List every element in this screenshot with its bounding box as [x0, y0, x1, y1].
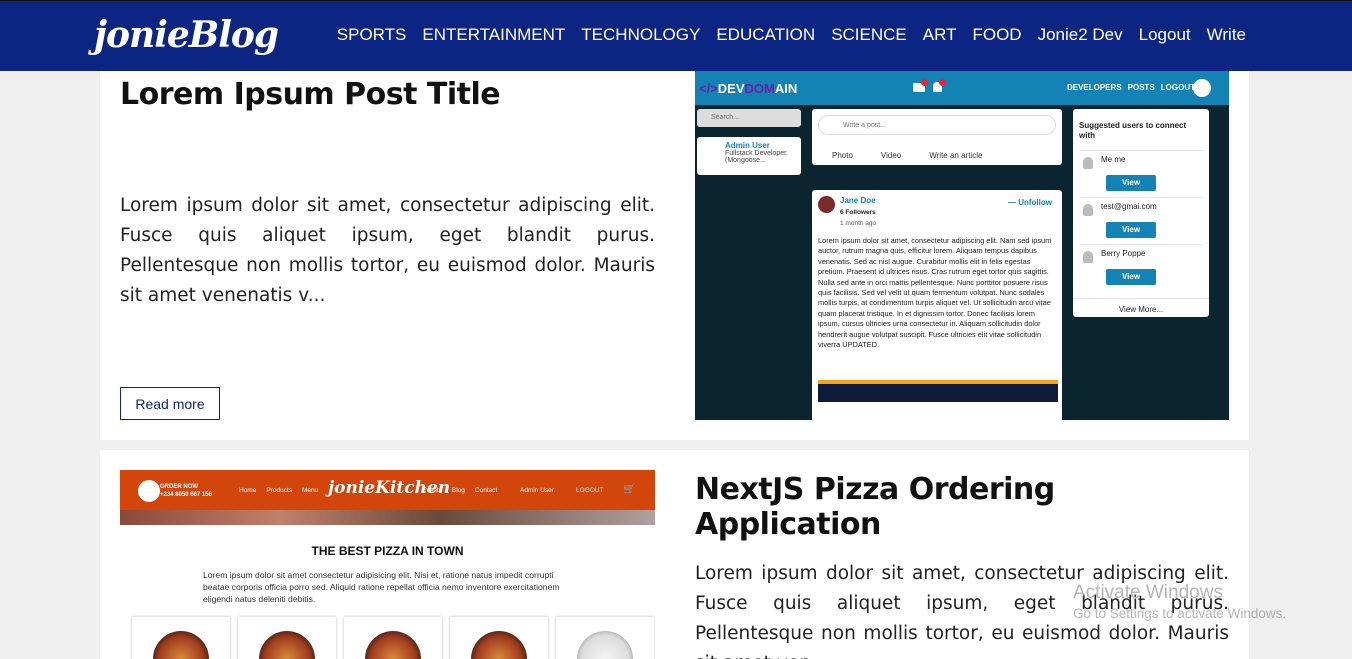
- post-title[interactable]: NextJS Pizza Ordering Application: [695, 472, 1249, 542]
- mock-view-button: View: [1106, 269, 1156, 285]
- post-card: Lorem Ipsum Post Title Lorem ipsum dolor…: [100, 71, 1249, 440]
- post-image[interactable]: </>DEVDOMAIN DEVELOPERS POSTS LOGOUT Sea…: [695, 71, 1229, 420]
- mock-description: Lorem ipsum dolor sit amet consectetur a…: [203, 570, 560, 604]
- mock-admin-user: Admin User: [520, 487, 554, 494]
- nav-link-food[interactable]: FOOD: [972, 25, 1021, 45]
- nav-user-name[interactable]: Jonie2 Dev: [1038, 25, 1123, 45]
- mock-pizza-card: [344, 617, 442, 659]
- notification-badge: [939, 79, 946, 86]
- message-badge: [921, 79, 928, 86]
- mock-pizza-list: [132, 617, 654, 659]
- mock-compose-input: Write a post...: [818, 115, 1056, 135]
- mock-feed-post: Jane Doe 6 Followers 1 month ago — Unfol…: [812, 190, 1062, 420]
- mock-suggestions: Suggested users to connect with Me me Vi…: [1073, 109, 1209, 317]
- mock-profile-card: Admin User Fullstack Developer. (Mongoos…: [697, 137, 801, 175]
- mock-post-followers: 6 Followers: [840, 209, 876, 216]
- pizza-image: [259, 631, 315, 659]
- mock-compose-box: Write a post... Photo Video Write an art…: [812, 109, 1062, 165]
- post-image[interactable]: ORDER NOW +234 8050 667 156 Home Product…: [120, 470, 655, 659]
- avatar: [818, 196, 835, 213]
- post-excerpt: Lorem ipsum dolor sit amet, consectetur …: [120, 195, 655, 306]
- mock-post-body: Lorem ipsum dolor sit amet, consectetur …: [818, 236, 1052, 350]
- nav-links: SPORTS ENTERTAINMENT TECHNOLOGY EDUCATIO…: [337, 25, 1246, 45]
- user-icon: [1083, 157, 1093, 169]
- pizza-image: [153, 631, 209, 659]
- mock-action-photo: Photo: [832, 151, 853, 160]
- cart-icon: 🛒: [623, 484, 636, 495]
- mock-order-now: ORDER NOW +234 8050 667 156: [160, 484, 212, 498]
- read-more-button[interactable]: Read more: [120, 387, 220, 420]
- avatar: [1193, 79, 1211, 97]
- mock-action-article: Write an article: [929, 151, 983, 160]
- activate-windows-watermark: Activate Windows Go to Settings to activ…: [1073, 582, 1286, 621]
- mock-suggest-user: Me me View: [1079, 150, 1203, 196]
- mock-post-image: [818, 380, 1058, 420]
- nav-link-entertainment[interactable]: ENTERTAINMENT: [422, 25, 565, 45]
- mock-hero-image: [120, 510, 655, 525]
- nav-link-science[interactable]: SCIENCE: [831, 25, 907, 45]
- pizza-image: [577, 631, 633, 659]
- post-title[interactable]: Lorem Ipsum Post Title: [120, 77, 501, 112]
- pizza-image: [365, 631, 421, 659]
- mock-navbar: </>DEVDOMAIN DEVELOPERS POSTS LOGOUT: [695, 71, 1229, 105]
- mock-nav-logout: LOGOUT: [1160, 83, 1195, 92]
- nav-link-art[interactable]: ART: [923, 25, 957, 45]
- mock-compose-actions: Photo Video Write an article: [832, 151, 982, 160]
- mock-post-time: 1 month ago: [840, 220, 877, 227]
- nav-link-education[interactable]: EDUCATION: [716, 25, 815, 45]
- mock-search-input: Search...: [697, 109, 801, 127]
- mock-suggest-user: Berry Poppe View: [1079, 244, 1203, 290]
- mock-pizza-card: [238, 617, 336, 659]
- mock-view-more: View More...: [1073, 298, 1209, 314]
- mock-nav-links: Events Blog Contact: [422, 487, 498, 494]
- watermark-title: Activate Windows: [1073, 582, 1223, 603]
- mock-view-button: View: [1106, 222, 1156, 238]
- post-card: ORDER NOW +234 8050 667 156 Home Product…: [100, 450, 1249, 659]
- user-icon: [1083, 204, 1093, 216]
- mock-logo: </>DEVDOMAIN: [699, 81, 798, 96]
- mock-logout: LOGOUT: [576, 487, 604, 494]
- pizza-image: [471, 631, 527, 659]
- watermark-subtitle: Go to Settings to activate Windows.: [1073, 606, 1287, 621]
- mock-action-video: Video: [880, 151, 902, 160]
- mock-post-author: Jane Doe: [840, 196, 876, 205]
- mock-view-button: View: [1106, 175, 1156, 191]
- mock-nav-links: DEVELOPERS POSTS LOGOUT: [1067, 83, 1195, 92]
- user-icon: [1083, 251, 1093, 263]
- mock-pizza-card: [132, 617, 230, 659]
- mock-profile-bio: Fullstack Developer. (Mongoose...: [725, 150, 789, 164]
- mock-suggest-user: test@gmai.com View: [1079, 197, 1203, 243]
- mock-suggest-title: Suggested users to connect with: [1079, 121, 1187, 140]
- mock-pizza-card: [450, 617, 548, 659]
- mock-unfollow: — Unfollow: [1007, 198, 1052, 207]
- nav-link-sports[interactable]: SPORTS: [337, 25, 407, 45]
- mock-nav-developers: DEVELOPERS: [1066, 83, 1122, 92]
- mock-nav-posts: POSTS: [1127, 83, 1155, 92]
- mock-pizza-card: [556, 617, 654, 659]
- phone-icon: [138, 480, 160, 502]
- navbar: jonieBlog SPORTS ENTERTAINMENT TECHNOLOG…: [0, 0, 1352, 71]
- mock-navbar: ORDER NOW +234 8050 667 156 Home Product…: [120, 470, 655, 510]
- mock-profile-name: Admin User: [725, 141, 770, 150]
- mock-nav-links: Home Products Menu: [239, 487, 319, 494]
- mock-post-header: Jane Doe 6 Followers 1 month ago — Unfol…: [818, 194, 1058, 230]
- site-logo[interactable]: jonieBlog: [94, 14, 279, 56]
- nav-write-link[interactable]: Write: [1207, 25, 1246, 45]
- nav-logout-link[interactable]: Logout: [1139, 25, 1191, 45]
- mock-heading: THE BEST PIZZA IN TOWN: [311, 544, 464, 558]
- nav-link-technology[interactable]: TECHNOLOGY: [581, 25, 700, 45]
